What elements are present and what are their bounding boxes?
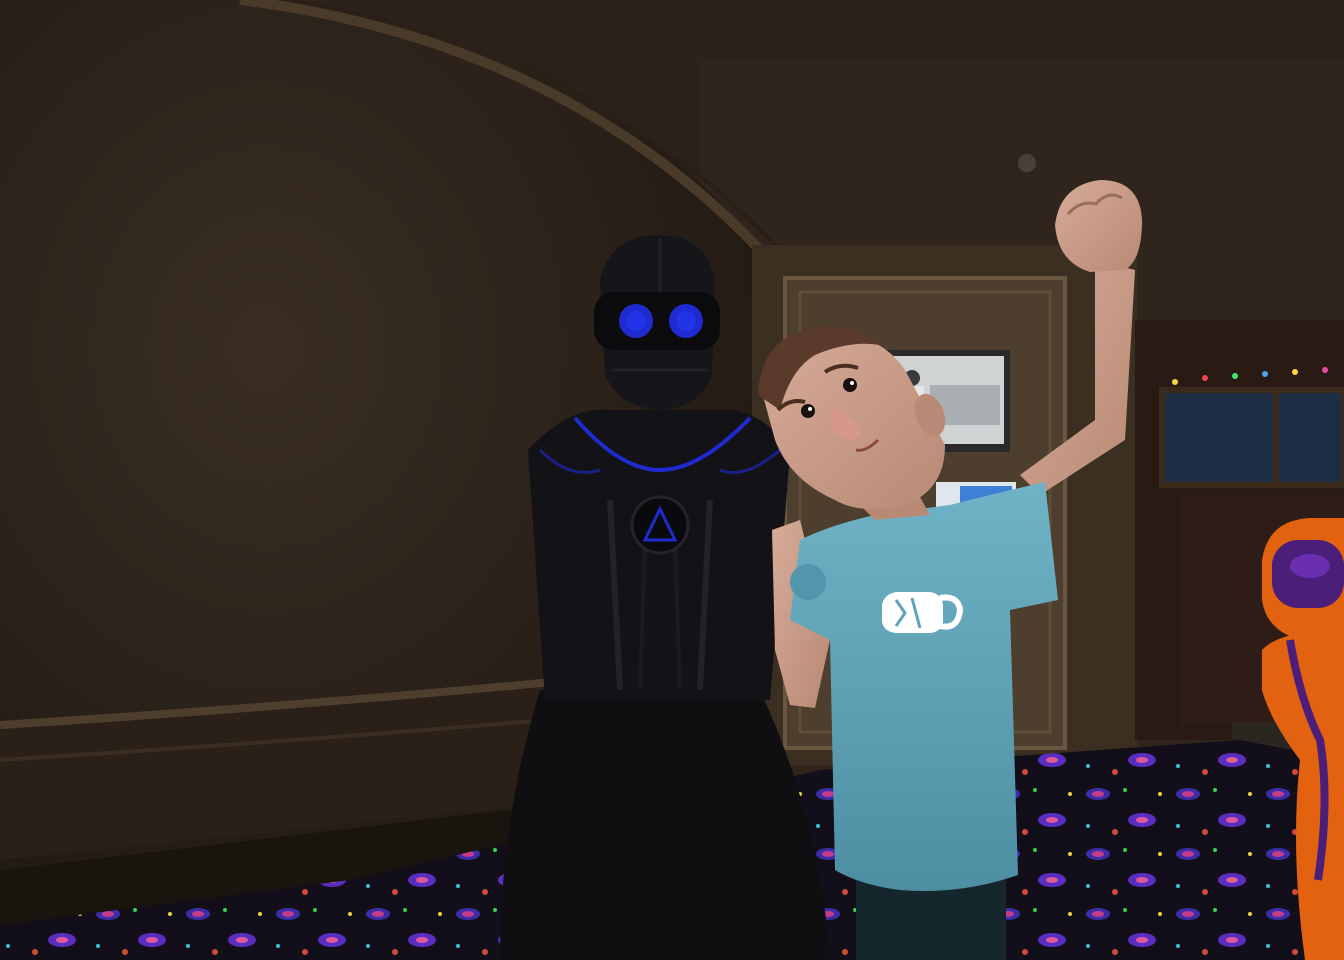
robot-torso [528, 409, 790, 700]
scene-canvas [0, 0, 1344, 960]
chest-emblem [630, 495, 690, 555]
vr-scene [0, 0, 1344, 960]
ceiling-light [1018, 154, 1036, 172]
man-eye-right [843, 378, 857, 392]
window [1159, 387, 1344, 488]
man-eye-left [801, 404, 815, 418]
